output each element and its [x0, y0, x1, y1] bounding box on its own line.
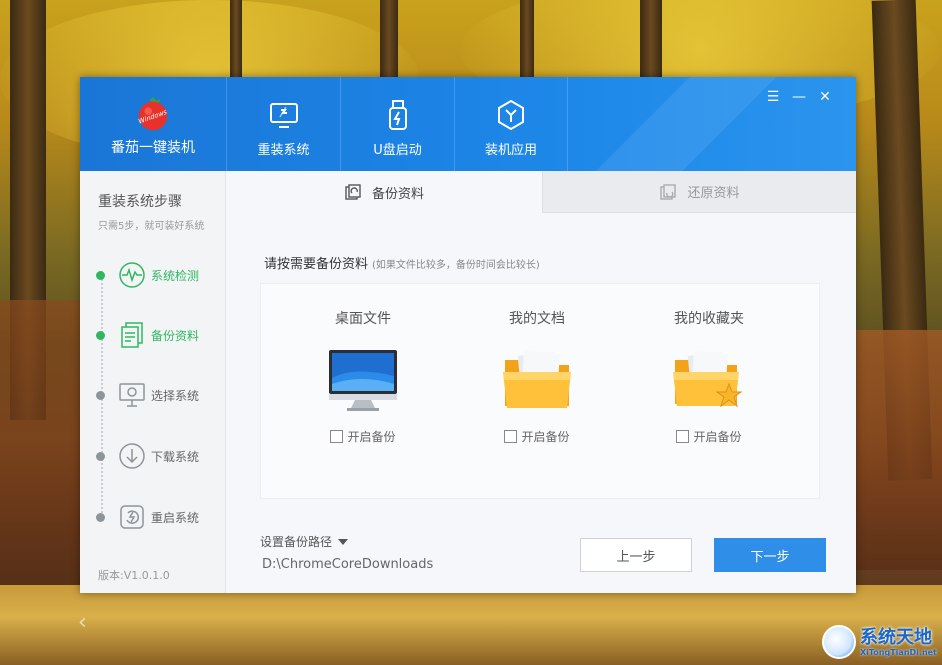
backup-path-dropdown[interactable]: 设置备份路径 [260, 533, 349, 550]
monitor-select-icon [119, 383, 145, 407]
tomato-logo-icon: Windows [137, 96, 169, 131]
backup-path-value: D:\ChromeCoreDownloads [262, 557, 434, 572]
tab-restore[interactable]: 还原资料 [542, 171, 856, 213]
checkbox[interactable] [330, 430, 344, 443]
step-system-check: 系统检测 [96, 260, 199, 290]
title-bar: Windows 番茄一键装机 重装系统 U盘启动 装机应用 ☰ — ✕ [80, 77, 856, 171]
watermark-en: XiTongTianDi.net [860, 647, 937, 657]
step-dot [96, 270, 105, 280]
window-controls: ☰ — ✕ [760, 89, 838, 105]
app-brand: Windows 番茄一键装机 [80, 77, 226, 171]
checkbox[interactable] [504, 430, 518, 443]
checkbox-label: 开启备份 [347, 430, 396, 444]
backup-icon [345, 184, 361, 200]
step-label: 重启系统 [151, 510, 200, 525]
checkbox[interactable] [676, 430, 690, 443]
tab-label: 备份资料 [371, 186, 424, 202]
pulse-check-icon [119, 262, 145, 288]
card-desktop-files: 桌面文件 开启备份 [273, 284, 453, 500]
enable-backup-favorites[interactable]: 开启备份 [676, 428, 742, 445]
step-backup: 备份资料 [96, 320, 199, 350]
steps-sidebar: 重装系统步骤 只需5步，就可装好系统 系统检测 备份资料 选择系统 下载系统 重… [80, 171, 226, 593]
step-select-system: 选择系统 [96, 380, 199, 410]
step-dot [96, 390, 105, 400]
step-dot [96, 330, 105, 340]
card-title: 我的文档 [509, 311, 565, 327]
usb-drive-icon [388, 100, 407, 130]
nav-item-reinstall[interactable]: 重装系统 [226, 77, 340, 171]
enable-backup-desktop[interactable]: 开启备份 [330, 428, 396, 445]
step-label: 系统检测 [151, 268, 200, 283]
menu-icon[interactable]: ☰ [760, 89, 786, 105]
restart-icon [120, 505, 144, 529]
restore-icon [660, 183, 677, 200]
instruction-main: 请按需要备份资料 [264, 257, 369, 272]
step-restart-system: 重启系统 [96, 502, 199, 532]
minimize-icon[interactable]: — [786, 89, 812, 105]
monitor-refresh-icon [269, 103, 298, 128]
main-content: 备份资料 还原资料 请按需要备份资料 (如果文件比较多，备份时间会比较长) 桌面文… [226, 171, 856, 593]
tab-label: 还原资料 [687, 186, 740, 201]
sidebar-title: 重装系统步骤 [98, 194, 182, 210]
desktop-monitor-icon [329, 350, 397, 411]
nav-item-usb-boot[interactable]: U盘启动 [340, 77, 454, 171]
step-label: 下载系统 [151, 449, 200, 464]
card-favorites: 我的收藏夹 开启备份 [619, 284, 799, 500]
chevron-left-icon: ‹ [78, 610, 87, 635]
nav-label: 装机应用 [484, 143, 537, 158]
nav-label: 重装系统 [257, 143, 310, 158]
close-icon[interactable]: ✕ [812, 89, 838, 105]
folder-documents-icon [503, 350, 571, 408]
card-title: 桌面文件 [335, 311, 391, 327]
documents-icon [121, 322, 143, 348]
nav-item-apps[interactable]: 装机应用 [454, 77, 568, 171]
app-window: Windows 番茄一键装机 重装系统 U盘启动 装机应用 ☰ — ✕ 重装系统… [80, 77, 856, 593]
site-watermark: 系统天地 XiTongTianDi.net [822, 620, 940, 664]
folder-favorites-icon [673, 350, 743, 408]
app-title: 番茄一键装机 [111, 140, 195, 156]
caret-down-icon [338, 538, 349, 545]
step-label: 备份资料 [151, 328, 200, 343]
step-download-system: 下载系统 [96, 441, 199, 471]
backup-path-label: 设置备份路径 [260, 535, 333, 549]
card-my-documents: 我的文档 开启备份 [447, 284, 627, 500]
instruction-text: 请按需要备份资料 (如果文件比较多，备份时间会比较长) [264, 253, 540, 272]
step-label: 选择系统 [151, 388, 200, 403]
instruction-note: (如果文件比较多，备份时间会比较长) [372, 260, 540, 271]
watermark-logo-icon [822, 625, 856, 659]
enable-backup-documents[interactable]: 开启备份 [504, 428, 570, 445]
tab-backup[interactable]: 备份资料 [226, 171, 542, 213]
top-nav: 重装系统 U盘启动 装机应用 [226, 77, 568, 171]
version-label: 版本:V1.0.1.0 [98, 569, 170, 582]
checkbox-label: 开启备份 [693, 430, 742, 444]
card-title: 我的收藏夹 [674, 311, 744, 327]
checkbox-label: 开启备份 [521, 430, 570, 444]
step-dot [96, 451, 105, 461]
nav-label: U盘启动 [373, 143, 422, 158]
step-dot [96, 512, 105, 522]
download-circle-icon [119, 443, 145, 469]
watermark-cn: 系统天地 [860, 626, 932, 648]
tab-bar: 备份资料 还原资料 [226, 171, 856, 213]
prev-step-button[interactable]: 上一步 [580, 538, 692, 572]
apps-hexagon-icon [498, 99, 524, 131]
next-step-button[interactable]: 下一步 [714, 538, 826, 572]
backup-options-panel: 桌面文件 开启备份 我的文档 开启备份 我的收藏夹 开启备份 [260, 283, 820, 499]
sidebar-subtitle: 只需5步，就可装好系统 [98, 221, 205, 232]
